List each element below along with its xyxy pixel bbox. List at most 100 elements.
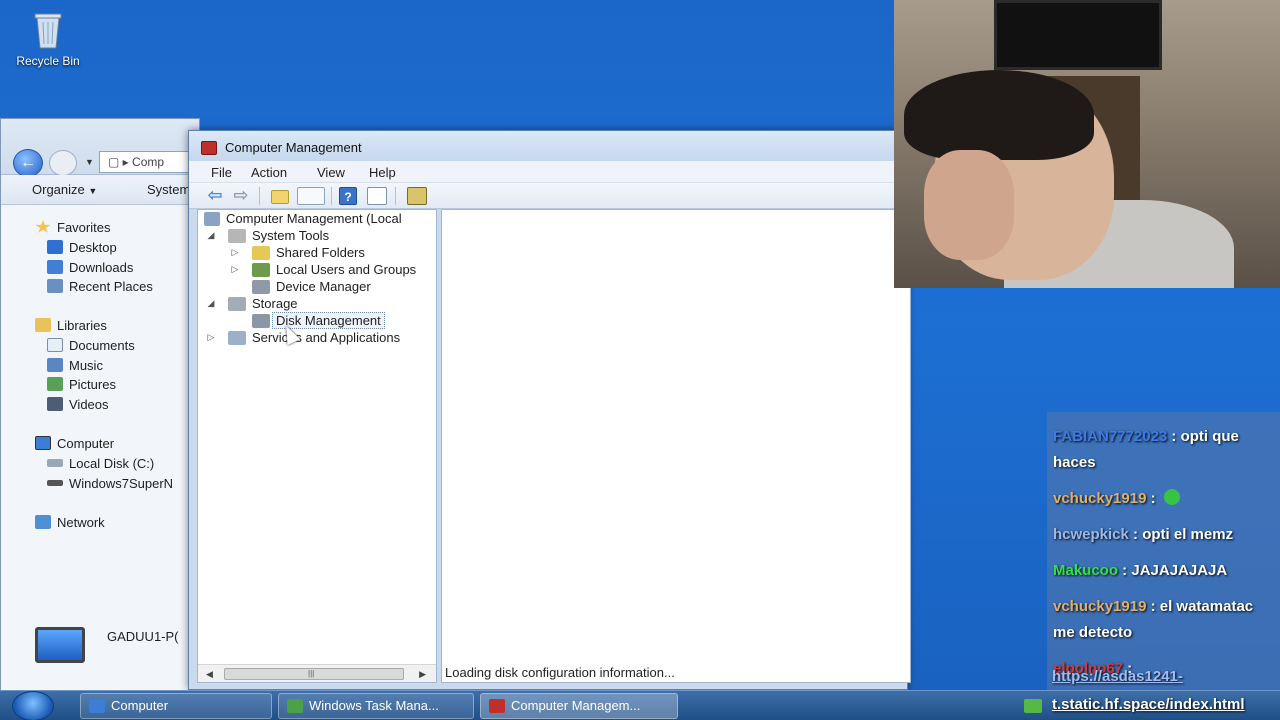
computer-icon: ▢ ▸	[108, 155, 133, 169]
title-bar[interactable]: Computer Management	[189, 131, 907, 161]
nav-item-windows7supern[interactable]: Windows7SuperN	[47, 474, 173, 492]
nav-item-favorites[interactable]: Favorites	[35, 218, 110, 236]
tree-item-services-apps[interactable]: ▷ Services and Applications	[208, 329, 401, 346]
organize-label: Organize	[32, 182, 85, 197]
nav-label: Windows7SuperN	[69, 475, 174, 491]
tree-item-disk-management[interactable]: Disk Management	[252, 312, 385, 329]
drive-icon	[47, 480, 63, 486]
taskbar-button-computer-management[interactable]: Computer Managem...	[480, 693, 678, 719]
nav-label: Libraries	[57, 317, 107, 333]
nav-item-local-disk[interactable]: Local Disk (C:)	[47, 454, 154, 472]
forward-arrow-icon[interactable]: ⇨	[231, 186, 251, 205]
chat-message: hcwepkick : opti el memz	[1053, 526, 1234, 543]
taskbar-button-task-manager[interactable]: Windows Task Mana...	[278, 693, 474, 719]
nav-label: Videos	[69, 396, 109, 412]
tree-item-system-tools[interactable]: ◢ System Tools	[208, 227, 330, 244]
smile-emoji-icon	[1163, 489, 1180, 505]
recent-pages-dropdown[interactable]: ▼	[85, 157, 94, 167]
system-properties-button[interactable]: System	[147, 182, 190, 197]
tree-item-storage[interactable]: ◢ Storage	[208, 295, 298, 312]
taskbar-button-computer[interactable]: Computer	[80, 693, 272, 719]
nav-item-music[interactable]: Music	[47, 356, 103, 374]
menu-action[interactable]: Action	[251, 165, 287, 180]
nav-item-libraries[interactable]: Libraries	[35, 316, 107, 334]
chat-message: vchucky1919 : el watamatac me detecto	[1053, 598, 1254, 641]
start-button[interactable]	[12, 691, 54, 720]
forward-button[interactable]	[49, 150, 77, 176]
computer-management-icon	[204, 211, 220, 226]
show-hide-tree-icon[interactable]	[297, 187, 325, 205]
grip-icon: |||	[308, 669, 315, 678]
back-arrow-icon[interactable]: ⇦	[205, 186, 225, 205]
menu-help[interactable]: Help	[369, 165, 396, 180]
expand-icon[interactable]: ▷	[230, 247, 240, 258]
recycle-bin-icon	[34, 13, 62, 49]
recycle-bin-shortcut[interactable]: Recycle Bin	[8, 8, 88, 68]
hair	[904, 70, 1094, 160]
address-bar[interactable]: ▢ ▸ Comp	[99, 151, 201, 173]
console-tree: Computer Management (Local ◢ System Tool…	[197, 209, 437, 683]
expand-icon[interactable]: ▷	[230, 264, 240, 275]
taskbar-label: Computer	[111, 698, 169, 713]
computer-management-window: Computer Management File Action View Hel…	[188, 130, 911, 690]
disk-management-icon	[252, 313, 270, 328]
nav-item-computer[interactable]: Computer	[35, 434, 114, 452]
tree-item-device-manager[interactable]: Device Manager	[252, 278, 371, 295]
nav-item-pictures[interactable]: Pictures	[47, 375, 116, 393]
chat-message: FABIAN7772023 : opti que haces	[1053, 428, 1239, 471]
nav-item-documents[interactable]: Documents	[47, 336, 135, 354]
collapse-icon[interactable]: ◢	[206, 230, 216, 241]
computer-icon	[89, 699, 105, 713]
taskbar-label: Windows Task Mana...	[309, 698, 439, 713]
expand-icon[interactable]: ▷	[206, 332, 216, 343]
recent-places-icon	[47, 279, 63, 293]
scroll-left-icon[interactable]: ◀	[206, 669, 213, 680]
chat-username: vchucky1919	[1053, 598, 1147, 615]
services-icon	[228, 330, 246, 345]
tree-label: System Tools	[252, 228, 330, 243]
horizontal-scrollbar[interactable]: ◀ ||| ▶	[198, 664, 436, 682]
help-icon[interactable]: ?	[339, 187, 357, 205]
nav-item-recent-places[interactable]: Recent Places	[47, 277, 153, 295]
back-button[interactable]: ←	[13, 149, 43, 177]
address-text: Comp	[132, 155, 165, 169]
documents-icon	[47, 338, 63, 352]
chevron-down-icon: ▼	[88, 186, 98, 196]
computer-icon	[35, 436, 51, 450]
tree-item-root[interactable]: Computer Management (Local	[204, 210, 402, 227]
nav-item-videos[interactable]: Videos	[47, 395, 109, 413]
nvidia-tray-icon[interactable]	[1024, 699, 1042, 713]
chat-link-line-2[interactable]: t.static.hf.space/index.html	[1052, 696, 1245, 713]
nav-label: Computer	[57, 435, 115, 451]
shared-folder-icon	[252, 245, 270, 260]
menu-view[interactable]: View	[317, 165, 345, 180]
downloads-icon	[47, 260, 63, 274]
pictures-icon	[47, 377, 63, 391]
up-folder-icon[interactable]	[271, 190, 289, 204]
scroll-right-icon[interactable]: ▶	[419, 669, 426, 680]
tree-item-local-users-groups[interactable]: ▷ Local Users and Groups	[232, 261, 417, 278]
nav-item-desktop[interactable]: Desktop	[47, 238, 117, 256]
tree-label: Device Manager	[276, 279, 371, 294]
organize-button[interactable]: Organize ▼	[32, 182, 97, 197]
chat-username: Makucoo	[1053, 562, 1119, 579]
webcam-overlay	[894, 0, 1280, 288]
menu-file[interactable]: File	[211, 165, 232, 180]
nav-item-downloads[interactable]: Downloads	[47, 258, 133, 276]
explorer-command-bar: Organize ▼ System	[1, 175, 199, 205]
libraries-icon	[35, 318, 51, 332]
chat-message: Makucoo : JAJAJAJAJA	[1053, 562, 1228, 579]
window-body: Computer Management (Local ◢ System Tool…	[197, 209, 911, 689]
storage-icon	[228, 296, 246, 311]
chat-text: opti el memz	[1142, 526, 1234, 543]
task-manager-icon	[287, 699, 303, 713]
tree-item-shared-folders[interactable]: ▷ Shared Folders	[232, 244, 365, 261]
chat-link-line-1[interactable]: https://asdas1241-	[1052, 668, 1278, 685]
nav-label: Pictures	[69, 376, 116, 392]
collapse-icon[interactable]: ◢	[206, 298, 216, 309]
nav-label: Local Disk (C:)	[69, 455, 155, 471]
nav-item-network[interactable]: Network	[35, 513, 105, 531]
export-list-icon[interactable]	[407, 187, 427, 205]
properties-icon[interactable]	[367, 187, 387, 205]
details-pane	[441, 209, 911, 683]
